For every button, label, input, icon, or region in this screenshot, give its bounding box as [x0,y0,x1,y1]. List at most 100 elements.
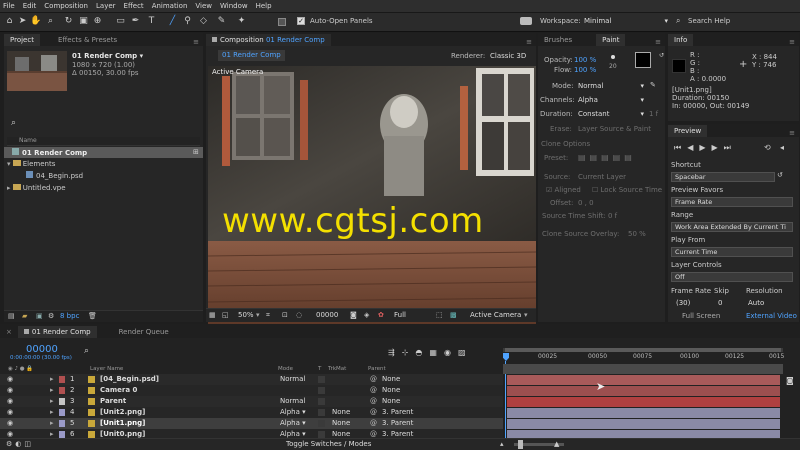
comp-subtab[interactable]: 01 Render Comp [218,50,285,61]
layer-duration-bar[interactable] [507,386,780,396]
fit-icon[interactable]: ⌗ [266,311,270,320]
label-color-swatch[interactable] [59,398,65,405]
zoom-select[interactable]: 50% [238,311,254,319]
label-color-swatch[interactable] [59,376,65,383]
tab-info[interactable]: Info [668,34,694,46]
preserve-transparency-toggle[interactable] [318,431,325,438]
layer-duration-bar[interactable] [507,408,780,418]
panel-menu-icon[interactable]: ≡ [789,38,799,46]
label-color-swatch[interactable] [59,431,65,438]
layer-parent[interactable]: 3. Parent [382,418,413,429]
layer-row[interactable]: ◉ ▸ 5 [Unit1.png] Alpha ▾ None @3. Parent [0,418,503,429]
mode-select[interactable]: Normal ▾ [578,81,644,91]
resolution-select[interactable]: Auto [748,298,764,308]
play-from-select[interactable]: Current Time [671,247,793,257]
menu-file[interactable]: File [3,2,15,10]
project-item-begin-psd[interactable]: 04_Begin.psd [26,171,83,181]
label-color-swatch[interactable] [59,420,65,427]
panel-menu-icon[interactable]: ≡ [789,129,799,137]
sync-icon[interactable] [520,17,532,25]
tab-preview[interactable]: Preview [668,125,708,137]
layer-name[interactable]: [Unit1.png] [100,418,145,429]
visibility-eye-icon[interactable]: ◉ [7,418,13,429]
pickwhip-icon[interactable]: @ [370,418,377,429]
range-select[interactable]: Work Area Extended By Current Ti [671,222,793,232]
tab-render-comp[interactable]: 01 Render Comp [17,326,97,338]
mute-icon[interactable]: ◂ [780,143,784,152]
foreground-color-swatch[interactable] [635,52,651,68]
pickwhip-icon[interactable]: @ [370,407,377,418]
camera-tool-icon[interactable]: ▣ [78,16,89,27]
reset-icon[interactable]: ↺ [777,171,783,179]
column-name[interactable]: Name [19,136,37,146]
tab-render-queue[interactable]: Render Queue [113,326,175,338]
zoom-out-icon[interactable]: ▴ [500,440,504,448]
swap-colors-icon[interactable]: ↺ [659,52,664,59]
column-parent[interactable]: Parent [368,366,386,372]
comp-mini-flowchart-icon[interactable]: ⇶ [388,348,402,357]
mask-icon[interactable]: ◌ [296,311,302,319]
expand-arrow-icon[interactable]: ▸ [50,374,54,385]
time-ruler[interactable]: 00025 00050 00075 00100 00125 0015 [503,348,784,364]
panel-menu-icon[interactable]: ≡ [655,38,665,46]
skip-select[interactable]: 0 [718,298,722,308]
time-shift-value[interactable]: 0 f [608,211,617,221]
interpret-footage-icon[interactable]: ▤ [8,312,15,320]
favors-select[interactable]: Frame Rate [671,197,793,207]
last-frame-icon[interactable]: ⏭ [724,143,737,152]
magnification-icon[interactable]: ◱ [222,311,229,319]
home-icon[interactable]: ⌂ [4,16,15,27]
eyedropper-icon[interactable]: ✎ [650,81,656,89]
project-item-elements[interactable]: ▾ Elements [7,159,55,169]
rotate-tool-icon[interactable]: ↻ [63,16,74,27]
menu-help[interactable]: Help [256,2,272,10]
layer-name[interactable]: Camera 0 [100,385,137,396]
layer-row[interactable]: ◉ ▸ 4 [Unit2.png] Alpha ▾ None @3. Parent [0,407,503,418]
loop-icon[interactable]: ⟲ [764,143,771,152]
source-select[interactable]: Current Layer [578,172,626,182]
visibility-eye-icon[interactable]: ◉ [7,396,13,407]
expand-arrow-icon[interactable]: ▸ [50,418,54,429]
trash-icon[interactable]: 🗑 [88,312,97,320]
full-screen-checkbox[interactable]: Full Screen [682,311,720,321]
current-time-display[interactable]: 00000 [316,311,338,319]
expand-arrow-icon[interactable]: ▸ [50,385,54,396]
zoom-in-icon[interactable]: ▲ [554,440,559,448]
new-folder-icon[interactable]: ▰ [22,312,27,320]
layer-mode[interactable]: Alpha ▾ [280,407,306,418]
layer-controls-select[interactable]: Off [671,272,793,282]
pickwhip-icon[interactable]: @ [370,374,377,385]
hand-tool-icon[interactable]: ✋ [30,16,41,27]
current-time[interactable]: 00000 [26,344,58,355]
play-icon[interactable]: ▶ [699,143,711,152]
menu-layer[interactable]: Layer [96,2,116,10]
preserve-transparency-toggle[interactable] [318,387,325,394]
channel-icon[interactable]: ✿ [378,311,384,319]
label-color-swatch[interactable] [59,409,65,416]
menu-effect[interactable]: Effect [124,2,144,10]
previous-frame-icon[interactable]: ◀ [687,143,699,152]
roto-brush-tool-icon[interactable]: ✎ [216,16,227,27]
comp-button-icon[interactable]: ◙ [786,376,794,385]
region-icon[interactable]: ⬚ [436,311,443,319]
bit-depth-button[interactable]: 8 bpc [60,312,79,320]
shy-layers-icon[interactable]: ◓ [415,348,429,357]
grid-icon[interactable]: ⊡ [282,311,288,319]
toggle-switches-modes-button[interactable]: Toggle Switches / Modes [286,440,371,448]
column-trkmat[interactable]: TrkMat [328,366,346,372]
erase-select[interactable]: Layer Source & Paint [578,124,651,134]
tab-brushes[interactable]: Brushes [538,34,578,46]
offset-value[interactable]: 0 , 0 [578,198,594,208]
settings-icon[interactable]: ⚙ [48,312,54,320]
shortcut-select[interactable]: Spacebar [671,172,775,182]
frame-rate-select[interactable]: (30) [676,298,690,308]
puppet-pin-tool-icon[interactable]: ✦ [236,16,247,27]
panel-menu-icon[interactable]: ≡ [526,38,536,46]
zoom-slider-handle[interactable] [518,440,523,449]
preserve-transparency-toggle[interactable] [318,398,325,405]
layer-mode[interactable]: Normal [280,374,305,385]
selection-tool-icon[interactable]: ➤ [17,16,28,27]
visibility-eye-icon[interactable]: ◉ [7,407,13,418]
lock-source-checkbox[interactable]: ☐ Lock Source Time [592,185,662,195]
next-frame-icon[interactable]: ▶ [712,143,724,152]
